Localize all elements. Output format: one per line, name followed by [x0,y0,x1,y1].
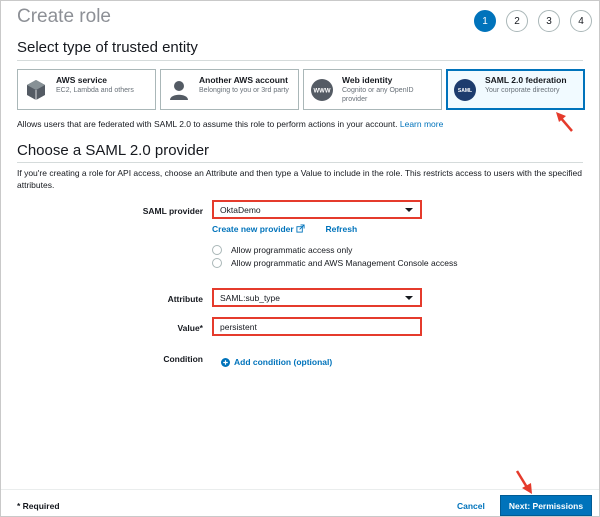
radio-button[interactable] [212,258,222,268]
provider-links: Create new provider Refresh [212,224,357,234]
condition-label: Condition [163,354,203,364]
add-condition-button[interactable]: Add condition (optional) [221,357,332,367]
card-another-account[interactable]: Another AWS account Belonging to you or … [160,69,299,110]
saml-provider-description: If you're creating a role for API access… [17,168,582,190]
card-aws-service[interactable]: AWS service EC2, Lambda and others [17,69,156,110]
value-input[interactable]: persistent [212,317,422,336]
footer-divider [1,489,599,490]
radio-programmatic[interactable]: Allow programmatic access only [212,245,352,255]
card-subtitle: EC2, Lambda and others [56,87,134,94]
description-text: Allows users that are federated with SAM… [17,119,398,129]
saml-provider-heading: Choose a SAML 2.0 provider [17,142,210,159]
card-title: AWS service [56,75,108,85]
user-icon [170,81,188,100]
svg-text:WWW: WWW [314,89,331,95]
annotation-arrow-icon [556,112,573,132]
learn-more-link[interactable]: Learn more [400,119,443,129]
trusted-entity-heading: Select type of trusted entity [17,39,198,56]
saml-provider-value: OktaDemo [220,204,261,215]
card-subtitle: Belonging to you or 3rd party [199,87,289,94]
attribute-select[interactable]: SAML:sub_type [212,288,422,307]
chevron-down-icon [405,296,413,300]
radio-console[interactable]: Allow programmatic and AWS Management Co… [212,258,457,268]
value-label: Value* [177,323,203,333]
cube-icon [27,80,45,100]
card-subtitle: Your corporate directory [485,87,560,94]
card-web-identity[interactable]: WWW Web identity Cognito or any OpenID p… [303,69,442,110]
create-role-page: Create role 1 2 3 4 Select type of trust… [0,0,600,517]
plus-circle-icon [221,357,230,367]
saml-icon: SAML [454,79,476,101]
divider [17,60,583,61]
card-subtitle: Cognito or any OpenID provider [342,87,414,103]
radio-button[interactable] [212,245,222,255]
divider [17,162,583,163]
page-title: Create role [17,6,111,27]
annotation-arrow-icon [515,470,532,494]
saml-provider-label: SAML provider [142,206,203,216]
card-saml-federation[interactable]: SAML SAML 2.0 federation Your corporate … [446,69,585,110]
card-title: SAML 2.0 federation [485,75,567,85]
chevron-down-icon [405,208,413,212]
step-3[interactable]: 3 [538,10,560,32]
www-icon: WWW [311,79,333,101]
card-title: Another AWS account [199,75,288,85]
external-link-icon [296,224,305,233]
cancel-button[interactable]: Cancel [457,501,485,511]
trusted-entity-cards: AWS service EC2, Lambda and others Anoth… [17,69,585,110]
next-permissions-button[interactable]: Next: Permissions [500,495,592,516]
trusted-entity-description: Allows users that are federated with SAM… [17,119,443,129]
step-4[interactable]: 4 [570,10,592,32]
saml-provider-select[interactable]: OktaDemo [212,200,422,219]
refresh-link[interactable]: Refresh [325,224,357,234]
attribute-value: SAML:sub_type [220,292,281,303]
create-provider-link[interactable]: Create new provider [212,224,294,234]
attribute-label: Attribute [167,294,203,304]
step-2[interactable]: 2 [506,10,528,32]
required-note: * Required [17,501,60,511]
card-title: Web identity [342,75,393,85]
add-condition-label: Add condition (optional) [234,357,333,367]
radio-label: Allow programmatic access only [231,245,353,255]
step-indicator: 1 2 3 4 [474,10,592,32]
radio-label: Allow programmatic and AWS Management Co… [231,258,458,268]
svg-text:SAML: SAML [458,88,472,94]
step-1[interactable]: 1 [474,10,496,32]
